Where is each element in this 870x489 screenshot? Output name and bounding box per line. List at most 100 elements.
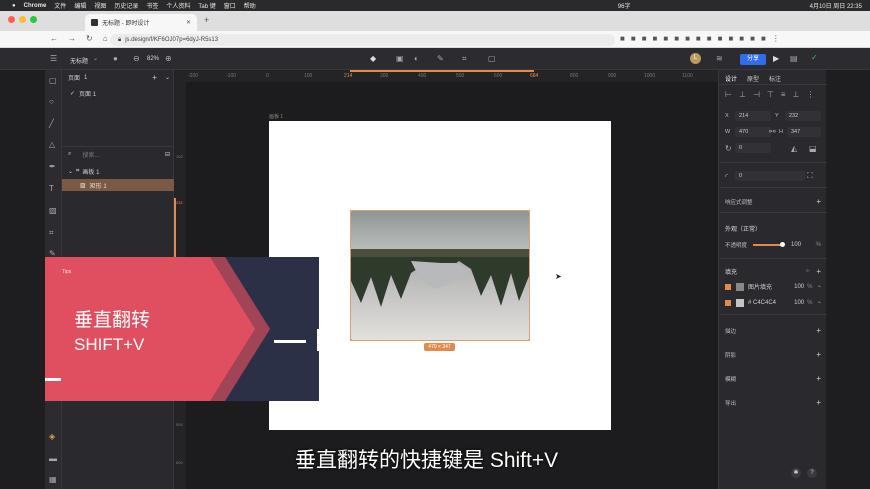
- checkbox[interactable]: [725, 283, 731, 290]
- address-bar[interactable]: 🔒︎ js.design/f/KF6OJ07p=6dyJ-R5s13: [110, 34, 615, 46]
- h-field[interactable]: H 347: [779, 127, 821, 137]
- fill-row[interactable]: # C4C4C4 100 % −: [725, 299, 821, 307]
- fill-opacity[interactable]: 100: [794, 284, 804, 290]
- home-icon[interactable]: ⌂: [103, 34, 108, 43]
- lock-ratio-icon[interactable]: ⚯: [769, 127, 776, 136]
- checkbox[interactable]: [725, 300, 731, 306]
- page-item[interactable]: ✓ 页面 1: [70, 89, 96, 98]
- more-menu-icon[interactable]: ⋮: [772, 34, 780, 43]
- play-icon[interactable]: ▶: [773, 54, 779, 63]
- stroke-section[interactable]: 描边 +: [725, 326, 821, 335]
- ellipse-tool-icon[interactable]: ○: [49, 97, 54, 106]
- pen-tool-icon[interactable]: ✒: [49, 162, 56, 171]
- extension-icon[interactable]: ■: [674, 34, 679, 43]
- add-page-icon[interactable]: +: [152, 73, 157, 82]
- fill-row[interactable]: 图片填充 100 % −: [725, 282, 821, 291]
- folder-icon[interactable]: ▬: [49, 454, 57, 463]
- x-input[interactable]: 214: [735, 111, 771, 121]
- resize-handle[interactable]: [351, 339, 352, 340]
- chevron-down-icon[interactable]: ⌄: [93, 55, 98, 62]
- tab-design[interactable]: 设计: [725, 74, 737, 83]
- assets-icon[interactable]: ◈: [49, 432, 55, 441]
- mask-icon[interactable]: ▢: [488, 54, 496, 63]
- opacity-slider[interactable]: [753, 242, 786, 247]
- w-input[interactable]: 470: [735, 127, 771, 137]
- fill-opacity[interactable]: 100: [794, 300, 804, 306]
- zoom-out-icon[interactable]: ⊖: [133, 54, 140, 63]
- extension-icon[interactable]: ■: [739, 34, 744, 43]
- align-center-h-icon[interactable]: ⊥: [739, 90, 746, 99]
- menubar-item[interactable]: 个人资料: [166, 1, 190, 10]
- independent-corners-icon[interactable]: ⛶: [807, 171, 813, 181]
- filter-icon[interactable]: ⊟: [165, 151, 170, 158]
- appearance-label[interactable]: 外观（正常）: [725, 224, 761, 233]
- browser-tab[interactable]: 无标题 - 即时设计 ✕: [85, 14, 197, 31]
- y-input[interactable]: 232: [785, 111, 821, 121]
- responsive-section[interactable]: 响应式调整 +: [725, 197, 821, 206]
- back-icon[interactable]: ←: [50, 34, 58, 43]
- align-top-icon[interactable]: ⊤: [767, 90, 774, 99]
- menubar-item[interactable]: 窗口: [224, 1, 236, 10]
- remove-fill-icon[interactable]: −: [817, 300, 821, 306]
- menubar-item[interactable]: 书签: [146, 1, 158, 10]
- settings-icon[interactable]: ✱: [791, 468, 801, 478]
- selected-image[interactable]: [350, 210, 530, 341]
- flip-horizontal-icon[interactable]: ◭: [791, 144, 797, 153]
- add-fill-icon[interactable]: +: [816, 267, 821, 276]
- boolean-icon[interactable]: ◐: [414, 54, 419, 63]
- layer-search[interactable]: ⌕ 搜索... ⊟: [68, 150, 170, 159]
- frame-label[interactable]: 画板 1: [269, 113, 283, 120]
- chevron-down-icon[interactable]: ⌄: [165, 74, 170, 81]
- chevron-down-icon[interactable]: ⌄: [68, 168, 73, 175]
- y-field[interactable]: Y 232: [775, 111, 821, 121]
- h-input[interactable]: 347: [787, 127, 821, 137]
- extension-icon[interactable]: ■: [761, 34, 766, 43]
- file-name[interactable]: 无标题: [70, 56, 88, 65]
- reload-icon[interactable]: ↻: [86, 34, 93, 43]
- align-middle-icon[interactable]: ≡: [781, 90, 786, 99]
- tab-inspect[interactable]: 标注: [769, 74, 781, 83]
- shadow-section[interactable]: 阴影 +: [725, 350, 821, 359]
- select-tool-icon[interactable]: ▢: [49, 76, 57, 85]
- layer-row[interactable]: ⌄ ⌗ 画板 1: [62, 166, 174, 177]
- add-icon[interactable]: +: [816, 374, 821, 383]
- extension-icon[interactable]: ■: [696, 34, 701, 43]
- zoom-in-icon[interactable]: ⊕: [165, 54, 172, 63]
- menubar-item[interactable]: 视图: [94, 1, 106, 10]
- extension-icon[interactable]: ■: [718, 34, 723, 43]
- align-bottom-icon[interactable]: ⊥: [793, 90, 800, 99]
- layers-stack-icon[interactable]: ≋: [716, 54, 723, 63]
- add-icon[interactable]: +: [816, 326, 821, 335]
- close-tab-icon[interactable]: ✕: [186, 19, 191, 26]
- menubar-item[interactable]: 编辑: [74, 1, 86, 10]
- maximize-window-icon[interactable]: [30, 16, 37, 23]
- add-icon[interactable]: +: [816, 197, 821, 206]
- menubar-item[interactable]: 文件: [54, 1, 66, 10]
- w-field[interactable]: W 470: [725, 127, 771, 137]
- new-tab-icon[interactable]: +: [204, 15, 209, 25]
- resize-handle[interactable]: [528, 211, 529, 212]
- comment-icon[interactable]: ●: [113, 54, 118, 63]
- export-icon[interactable]: ▤: [790, 54, 798, 63]
- remove-fill-icon[interactable]: −: [817, 284, 821, 290]
- resize-handle[interactable]: [528, 339, 529, 340]
- help-icon[interactable]: ?: [807, 468, 817, 478]
- component-icon[interactable]: ◆: [370, 54, 376, 63]
- avatar[interactable]: L: [690, 53, 701, 64]
- color-swatch[interactable]: [736, 299, 744, 307]
- search-input[interactable]: 搜索...: [82, 150, 99, 159]
- frame-icon[interactable]: ▣: [396, 54, 404, 63]
- menubar-item[interactable]: 历史记录: [114, 1, 138, 10]
- extension-icon[interactable]: ■: [653, 34, 658, 43]
- opacity-input[interactable]: 100: [791, 242, 801, 248]
- image-fill-swatch-icon[interactable]: [736, 282, 744, 291]
- export-section[interactable]: 导出 +: [725, 398, 821, 407]
- distribute-icon[interactable]: ⋮: [807, 90, 815, 99]
- extension-icon[interactable]: ■: [663, 34, 668, 43]
- triangle-tool-icon[interactable]: △: [49, 140, 55, 149]
- tab-prototype[interactable]: 原型: [747, 74, 759, 83]
- x-field[interactable]: X 214: [725, 111, 771, 121]
- share-button[interactable]: 分享: [740, 54, 766, 65]
- menubar-item[interactable]: Tab 键: [198, 1, 215, 10]
- plugin-icon[interactable]: ▦: [49, 475, 57, 484]
